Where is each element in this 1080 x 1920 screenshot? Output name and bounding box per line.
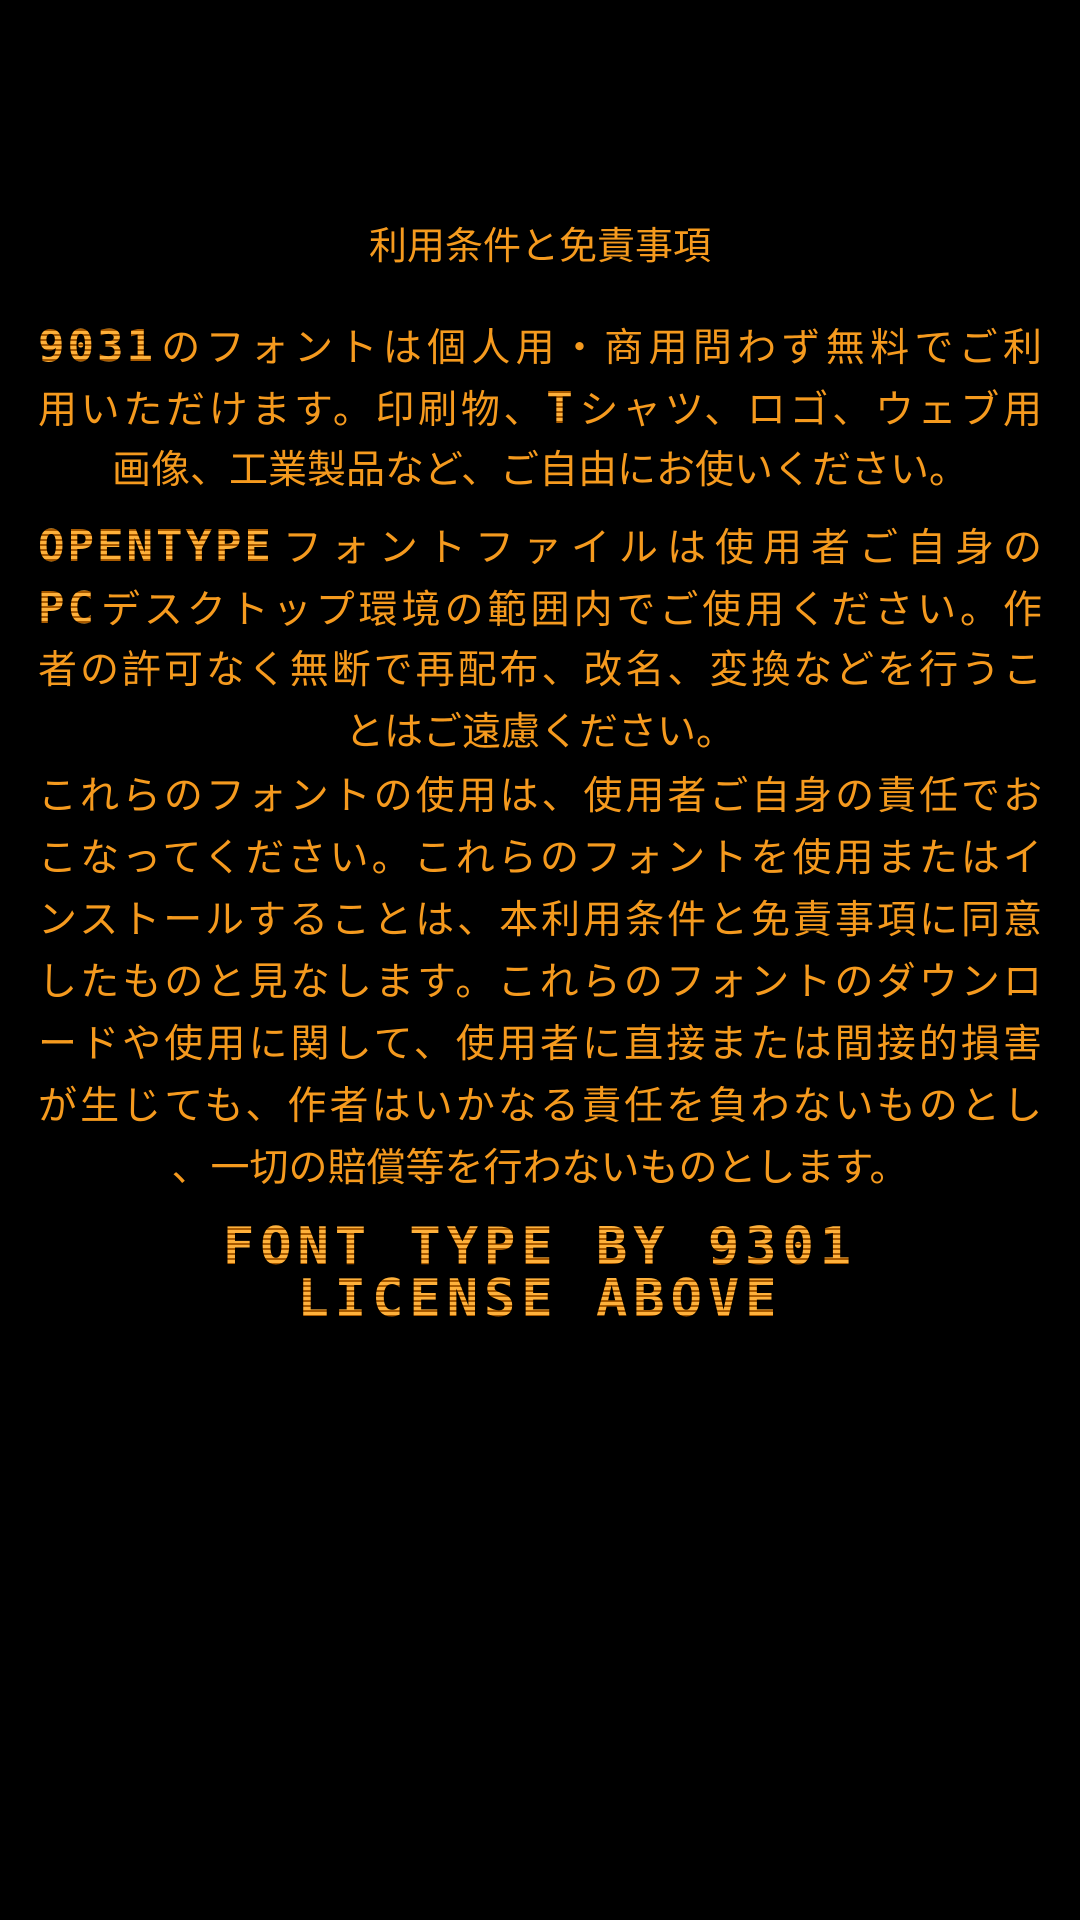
paragraph-line: 用いただけます。印刷物、Tシャツ、ロゴ、ウェブ用 xyxy=(38,383,1042,434)
paragraph-line: ードや使用に関して、使用者に直接または間接的損害 xyxy=(38,1022,1042,1067)
pixel-text: PC xyxy=(38,583,97,634)
paragraph-line: 、一切の賠償等を行わないものとします。 xyxy=(171,1146,909,1191)
paragraph-line: 画像、工業製品など、ご自由にお使いください。 xyxy=(111,448,969,493)
paragraph-line: OPENTYPEフォントファイルは使用者ご自身の xyxy=(38,521,1042,572)
font-file-paragraph: OPENTYPEフォントファイルは使用者ご自身の PCデスクトップ環境の範囲内で… xyxy=(38,516,1042,764)
paragraph-line: こなってください。これらのフォントを使用またはイ xyxy=(38,836,1042,881)
free-use-paragraph: 9031のフォントは個人用・商用問わず無料でご利 用いただけます。印刷物、Tシャ… xyxy=(38,316,1042,502)
pixel-text: 9031 xyxy=(38,321,156,372)
license-credit-line: LICENSE ABOVE xyxy=(0,1272,1080,1326)
paragraph-line: したものと見なします。これらのフォントのダウンロ xyxy=(38,960,1042,1005)
paragraph-line: 9031のフォントは個人用・商用問わず無料でご利 xyxy=(38,321,1042,372)
paragraph-line: が生じても、作者はいかなる責任を負わないものとし xyxy=(38,1084,1042,1129)
font-credit-line: FONT TYPE BY 9301 xyxy=(0,1220,1080,1274)
paragraph-line: とはご遠慮ください。 xyxy=(344,710,735,755)
paragraph-line: PCデスクトップ環境の範囲内でご使用ください。作 xyxy=(38,583,1042,634)
pixel-text: OPENTYPE xyxy=(38,521,274,572)
paragraph-line: ンストールすることは、本利用条件と免責事項に同意 xyxy=(38,898,1042,943)
paragraph-line: 者の許可なく無断で再配布、改名、変換などを行うこ xyxy=(38,648,1042,693)
license-screen: 利用条件と免責事項 9031のフォントは個人用・商用問わず無料でご利 用いただけ… xyxy=(0,0,1080,1920)
page-title: 利用条件と免責事項 xyxy=(368,224,711,268)
paragraph-line: これらのフォントの使用は、使用者ご自身の責任でお xyxy=(38,774,1042,819)
disclaimer-paragraph: これらのフォントの使用は、使用者ご自身の責任でお こなってください。これらのフォ… xyxy=(38,766,1042,1200)
pixel-text: T xyxy=(546,383,576,434)
